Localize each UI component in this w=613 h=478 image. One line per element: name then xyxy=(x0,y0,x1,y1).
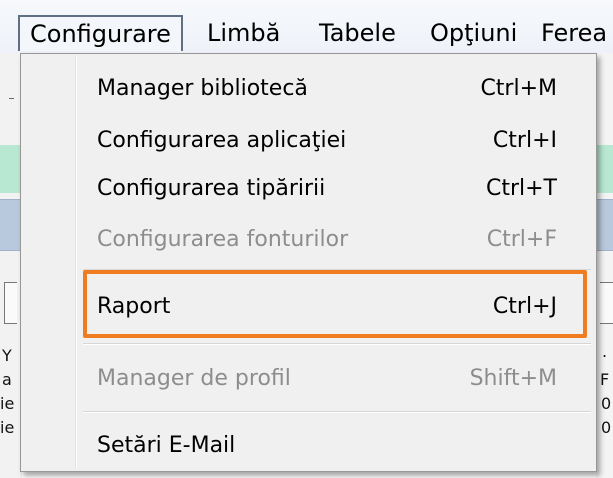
menu-item-label: Manager bibliotecă xyxy=(97,76,308,101)
menu-item-manager-biblioteca[interactable]: Manager bibliotecă Ctrl+M xyxy=(97,71,557,107)
menu-item-shortcut: Ctrl+I xyxy=(492,128,557,153)
background-text: Y xyxy=(2,346,12,365)
menu-item-shortcut: Shift+M xyxy=(469,366,557,391)
raport-highlight-box xyxy=(83,270,587,338)
background-panel-frame xyxy=(600,282,613,324)
menu-item-label: Manager de profil xyxy=(97,366,291,391)
menu-item-shortcut: Ctrl+M xyxy=(480,76,557,101)
background-blue-band xyxy=(596,199,613,251)
background-text: 0 xyxy=(601,394,612,413)
menu-item-label: Configurarea tipăririi xyxy=(97,176,326,201)
configurare-dropdown-menu: Manager bibliotecă Ctrl+M Configurarea a… xyxy=(20,53,597,472)
menu-item-label: Setări E-Mail xyxy=(97,433,236,458)
background-window-left xyxy=(0,53,22,478)
background-divider xyxy=(9,98,14,99)
background-text: F xyxy=(600,370,610,389)
menu-fereastra[interactable]: Ferea xyxy=(541,15,607,51)
background-green-band xyxy=(596,145,613,193)
menu-configurare[interactable]: Configurare xyxy=(18,15,183,51)
background-window-right xyxy=(596,53,613,478)
menu-bar: Configurare Limbă Tabele Opţiuni Ferea xyxy=(0,0,613,53)
background-blue-band xyxy=(0,199,22,251)
menu-tabele[interactable]: Tabele xyxy=(319,15,396,51)
background-green-band xyxy=(0,145,22,193)
menu-item-label: Configurarea aplicaţiei xyxy=(97,128,347,153)
menu-item-configurarea-tiparirii[interactable]: Configurarea tipăririi Ctrl+T xyxy=(97,171,557,207)
menu-separator xyxy=(83,411,591,413)
background-text: ie xyxy=(0,418,15,437)
menu-item-shortcut: Ctrl+F xyxy=(486,227,557,252)
background-text: 0 xyxy=(601,418,612,437)
background-text: . xyxy=(602,342,608,361)
menu-limba[interactable]: Limbă xyxy=(207,15,280,51)
background-text: ie xyxy=(0,394,15,413)
menu-icon-gutter xyxy=(75,56,77,469)
menu-separator xyxy=(83,343,591,345)
menu-item-shortcut: Ctrl+T xyxy=(485,176,557,201)
background-panel-frame xyxy=(4,282,17,324)
menu-item-label: Configurarea fonturilor xyxy=(97,227,349,252)
menu-item-configurarea-aplicatiei[interactable]: Configurarea aplicaţiei Ctrl+I xyxy=(97,123,557,159)
menu-item-setari-email[interactable]: Setări E-Mail xyxy=(97,428,557,464)
background-text: a xyxy=(2,370,12,389)
menu-item-configurarea-fonturilor: Configurarea fonturilor Ctrl+F xyxy=(97,222,557,258)
menu-item-manager-de-profil: Manager de profil Shift+M xyxy=(97,361,557,397)
menu-optiuni[interactable]: Opţiuni xyxy=(430,15,517,51)
